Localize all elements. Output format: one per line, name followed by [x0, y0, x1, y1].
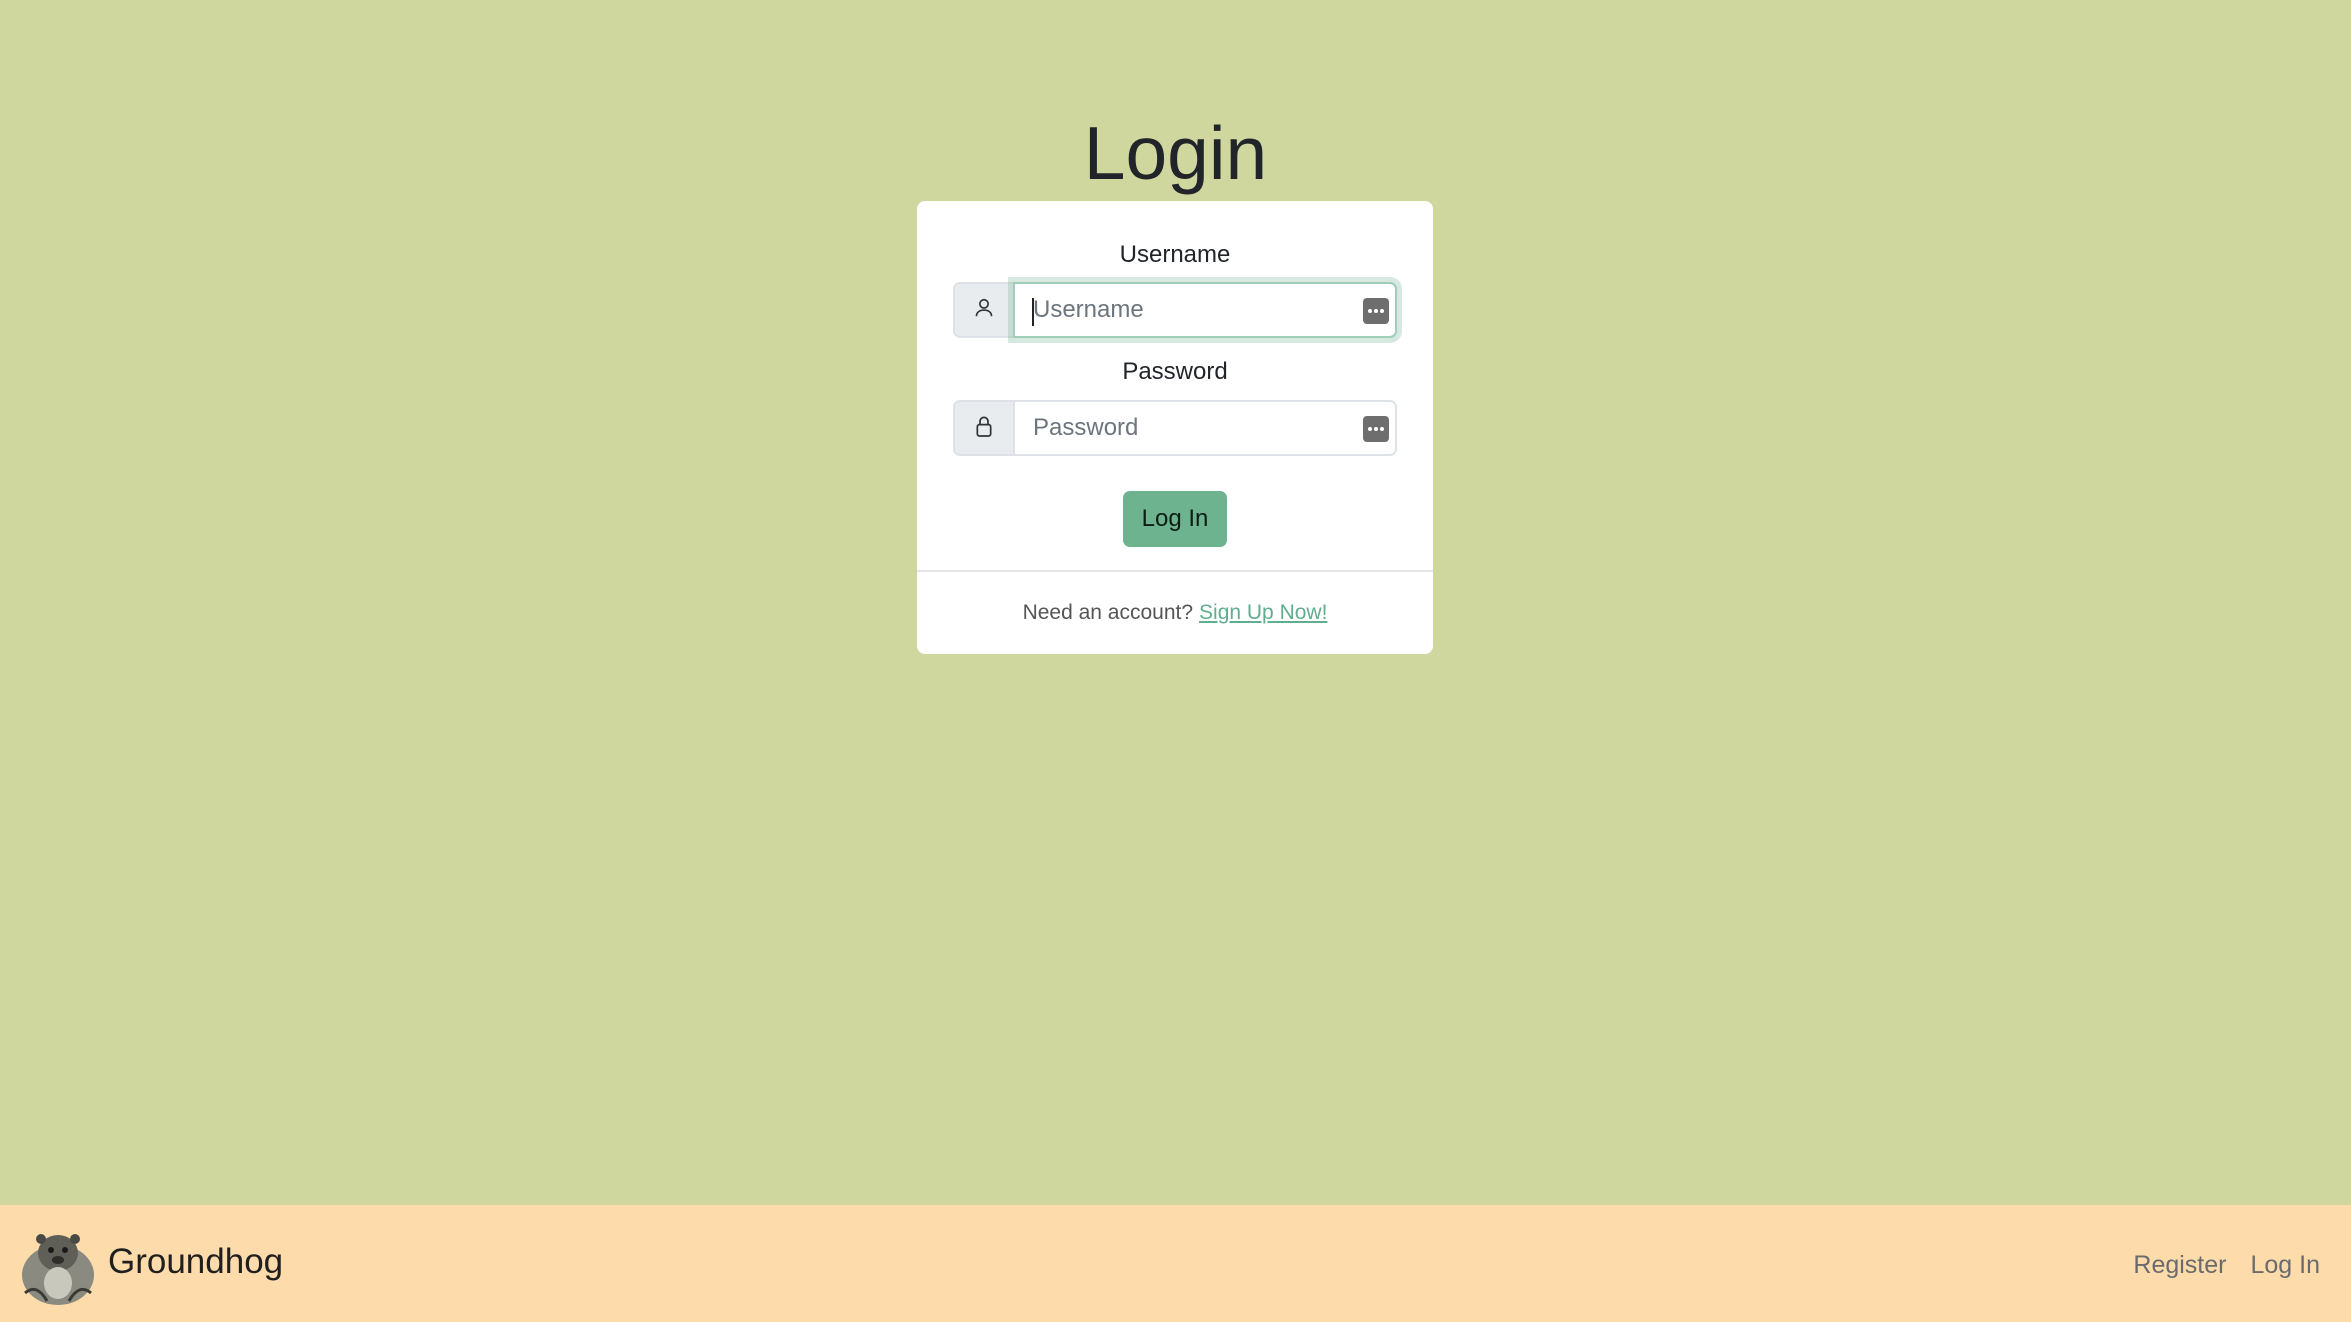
text-caret [1032, 298, 1034, 326]
username-input[interactable] [1015, 284, 1395, 336]
signup-prompt: Need an account? [1022, 601, 1194, 624]
nav-links: Register Log In [2133, 1245, 2320, 1285]
card-footer: Need an account? Sign Up Now! [917, 570, 1433, 654]
lock-icon [973, 414, 995, 443]
password-manager-icon[interactable] [1363, 416, 1389, 442]
password-input[interactable] [1015, 402, 1395, 454]
bottom-navbar: Groundhog Register Log In [0, 1205, 2351, 1322]
username-label: Username [1119, 241, 1231, 268]
username-field-wrapper [1013, 282, 1397, 338]
password-addon [953, 400, 1013, 456]
groundhog-logo-icon[interactable] [17, 1223, 99, 1305]
password-manager-icon[interactable] [1363, 298, 1389, 324]
user-icon [973, 297, 995, 324]
username-input-group [953, 282, 1397, 338]
login-form: Username Password [917, 201, 1433, 571]
password-label: Password [1122, 358, 1228, 385]
login-button[interactable]: Log In [1123, 491, 1227, 547]
password-input-group [953, 400, 1397, 456]
signup-link[interactable]: Sign Up Now! [1199, 601, 1327, 625]
nav-login-link[interactable]: Log In [2250, 1245, 2320, 1285]
username-addon [953, 282, 1013, 338]
nav-register-link[interactable]: Register [2133, 1245, 2226, 1285]
login-card: Username Password [917, 201, 1433, 654]
brand-name[interactable]: Groundhog [108, 1237, 283, 1287]
password-field-wrapper [1013, 400, 1397, 456]
page-title: Login [1083, 111, 1268, 195]
